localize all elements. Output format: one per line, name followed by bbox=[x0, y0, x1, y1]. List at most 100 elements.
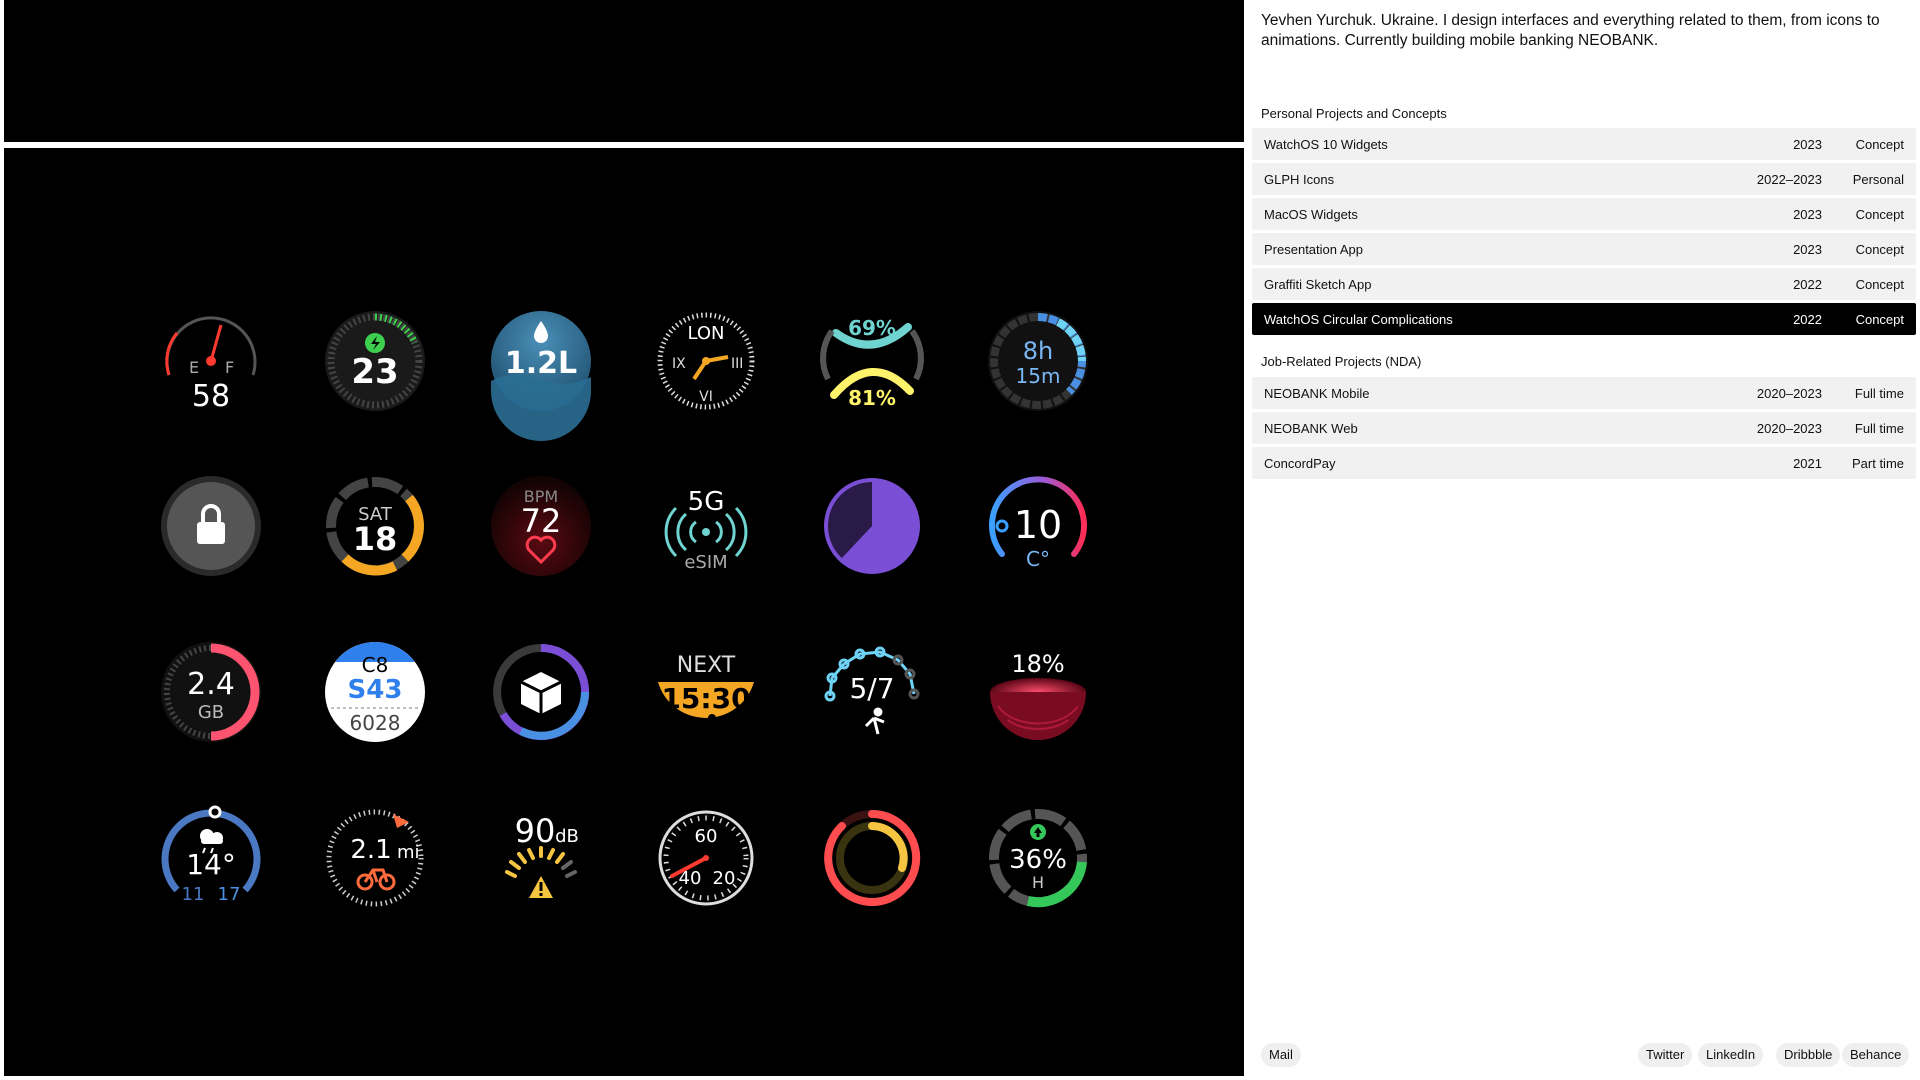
job-projects-list: NEOBANK Mobile 2020–2023 Full time NEOBANK… bbox=[1252, 377, 1916, 482]
complication-world-clock[interactable]: LON IX III VI bbox=[656, 311, 756, 411]
project-name: Graffiti Sketch App bbox=[1264, 276, 1372, 292]
project-year: 2022 bbox=[1793, 276, 1822, 292]
project-kind: Concept bbox=[1855, 136, 1904, 152]
humidity-value: 18% bbox=[1011, 650, 1064, 678]
section-title-personal: Personal Projects and Concepts bbox=[1261, 106, 1447, 121]
project-year: 2023 bbox=[1793, 241, 1822, 257]
project-row[interactable]: Graffiti Sketch App 2022 Concept bbox=[1252, 268, 1916, 300]
cellular-bottom: eSIM bbox=[684, 552, 727, 573]
weather-value: 14° bbox=[186, 848, 236, 881]
project-row-selected[interactable]: WatchOS Circular Complications 2022 Concep… bbox=[1252, 303, 1916, 335]
project-row[interactable]: GLPH Icons 2022–2023 Personal bbox=[1252, 163, 1916, 195]
project-row[interactable]: NEOBANK Mobile 2020–2023 Full time bbox=[1252, 377, 1916, 409]
complication-lock[interactable] bbox=[161, 476, 261, 576]
speed-right: 20 bbox=[713, 868, 736, 889]
sleep-minutes: 15m bbox=[1016, 364, 1061, 388]
heart-value: 72 bbox=[521, 502, 562, 540]
transit-line: C8 bbox=[362, 653, 389, 677]
gallery-preview-top[interactable] bbox=[4, 0, 1244, 142]
project-row[interactable]: NEOBANK Web 2020–2023 Full time bbox=[1252, 412, 1916, 444]
world-clock-city: LON bbox=[687, 323, 724, 344]
transit-number: 6028 bbox=[350, 711, 401, 735]
project-name: WatchOS 10 Widgets bbox=[1264, 136, 1388, 152]
project-kind: Full time bbox=[1854, 385, 1904, 401]
fuel-value: 58 bbox=[192, 379, 230, 414]
complication-water[interactable]: 1.2L bbox=[491, 311, 591, 441]
complication-battery[interactable]: 23 bbox=[325, 311, 425, 411]
complication-fuel[interactable]: E F 58 bbox=[161, 311, 261, 414]
project-name: GLPH Icons bbox=[1264, 171, 1335, 187]
complication-sleep[interactable]: 8h 15m bbox=[988, 311, 1088, 411]
date-number: 18 bbox=[353, 520, 398, 558]
dribbble-link[interactable]: Dribbble bbox=[1776, 1043, 1841, 1067]
complication-pie[interactable] bbox=[822, 476, 922, 576]
project-row[interactable]: WatchOS 10 Widgets 2023 Concept bbox=[1252, 128, 1916, 160]
complication-cellular[interactable]: 5G eSIM bbox=[656, 476, 756, 576]
next-time: 15:30 bbox=[661, 682, 750, 715]
activity-top-value: 69% bbox=[848, 316, 896, 340]
progress-steps-value: 5/7 bbox=[849, 672, 894, 705]
noise-value: 90 bbox=[515, 812, 556, 850]
project-row[interactable]: MacOS Widgets 2023 Concept bbox=[1252, 198, 1916, 230]
storage-value: 2.4 bbox=[187, 667, 235, 702]
cellular-top: 5G bbox=[688, 487, 725, 517]
temperature-unit: C° bbox=[1026, 547, 1050, 571]
battery-value: 23 bbox=[351, 352, 398, 392]
project-year: 2023 bbox=[1793, 206, 1822, 222]
complication-date[interactable]: SAT 18 bbox=[325, 476, 425, 576]
project-row[interactable]: Presentation App 2023 Concept bbox=[1252, 233, 1916, 265]
complication-rings[interactable] bbox=[822, 808, 922, 908]
complication-speedometer[interactable]: 60 40 20 bbox=[656, 808, 756, 908]
activity-bottom-value: 81% bbox=[848, 386, 896, 410]
weather-high: 17 bbox=[218, 884, 241, 905]
project-kind: Full time bbox=[1854, 420, 1904, 436]
complication-package[interactable] bbox=[491, 642, 591, 742]
weather-low: 11 bbox=[182, 884, 205, 905]
complication-next-event[interactable]: NEXT 15:30 12 bbox=[656, 642, 756, 742]
noise-unit: dB bbox=[555, 826, 579, 847]
linkedin-link[interactable]: LinkedIn bbox=[1698, 1043, 1764, 1067]
gallery-preview-main[interactable]: E F 58 23 1.2L LON IX III VI 69% 81% 8h … bbox=[4, 148, 1244, 1076]
project-kind: Concept bbox=[1855, 311, 1904, 327]
project-year: 2022 bbox=[1793, 311, 1822, 327]
arrow-up-icon bbox=[1030, 824, 1046, 840]
fuel-empty-label: E bbox=[189, 358, 199, 377]
complication-progress-steps[interactable]: 5/7 bbox=[822, 642, 922, 742]
storage-unit: GB bbox=[198, 702, 224, 723]
next-count: 12 bbox=[680, 715, 702, 734]
complication-transit[interactable]: C8 S43 6028 bbox=[325, 642, 425, 742]
complication-noise[interactable]: 90 dB bbox=[491, 808, 591, 908]
info-column: Yevhen Yurchuk. Ukraine. I design interf… bbox=[1252, 0, 1916, 1080]
complication-storage[interactable]: 2.4 GB bbox=[161, 642, 261, 742]
complication-activity-split[interactable]: 69% 81% bbox=[820, 311, 924, 411]
project-kind: Personal bbox=[1852, 171, 1904, 187]
world-clock-bottom: VI bbox=[699, 389, 713, 405]
cycling-unit: mi bbox=[397, 842, 420, 863]
project-name: ConcordPay bbox=[1264, 455, 1336, 471]
transit-stop: S43 bbox=[348, 675, 403, 705]
mail-link[interactable]: Mail bbox=[1261, 1043, 1301, 1067]
complication-heart-rate[interactable]: BPM 72 bbox=[491, 476, 591, 576]
complication-hydration-level[interactable]: 36% H bbox=[988, 808, 1088, 908]
world-clock-right: III bbox=[731, 356, 743, 372]
project-year: 2020–2023 bbox=[1756, 420, 1822, 436]
project-year: 2021 bbox=[1793, 455, 1822, 471]
complication-temperature[interactable]: 10 C° bbox=[988, 476, 1088, 576]
project-gallery: E F 58 23 1.2L LON IX III VI 69% 81% 8h … bbox=[4, 0, 1244, 1080]
project-name: MacOS Widgets bbox=[1264, 206, 1358, 222]
complication-humidity-bowl[interactable]: 18% bbox=[988, 642, 1088, 742]
project-name: Presentation App bbox=[1264, 241, 1364, 257]
project-kind: Part time bbox=[1851, 455, 1904, 471]
behance-link[interactable]: Behance bbox=[1842, 1043, 1910, 1067]
water-value: 1.2L bbox=[505, 346, 577, 381]
project-name: NEOBANK Mobile bbox=[1264, 385, 1370, 401]
project-year: 2023 bbox=[1793, 136, 1822, 152]
complications-grid: E F 58 23 1.2L LON IX III VI 69% 81% 8h … bbox=[161, 311, 1088, 908]
section-title-job: Job-Related Projects (NDA) bbox=[1261, 354, 1422, 369]
twitter-link[interactable]: Twitter bbox=[1638, 1043, 1693, 1067]
project-row[interactable]: ConcordPay 2021 Part time bbox=[1252, 447, 1916, 479]
sleep-hours: 8h bbox=[1023, 337, 1053, 365]
project-name: NEOBANK Web bbox=[1264, 420, 1358, 436]
complication-weather[interactable]: 14° 11 17 bbox=[161, 805, 261, 908]
complication-cycling[interactable]: 2.1 mi bbox=[325, 808, 425, 908]
